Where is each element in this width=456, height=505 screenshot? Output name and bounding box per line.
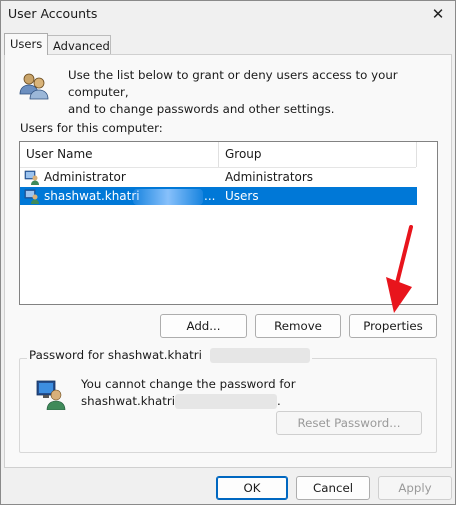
- users-group-icon: [19, 73, 49, 100]
- apply-button[interactable]: Apply: [378, 476, 452, 500]
- name-truncation: ...: [204, 189, 216, 203]
- cancel-button[interactable]: Cancel: [296, 476, 370, 500]
- tab-advanced[interactable]: Advanced: [47, 35, 111, 56]
- user-icon: [24, 170, 39, 185]
- user-name-cell: Administrator: [44, 170, 126, 184]
- column-divider[interactable]: [416, 142, 417, 167]
- password-message-period: .: [277, 394, 281, 408]
- users-listview[interactable]: User Name Group Administrator Administra…: [19, 141, 438, 305]
- user-computer-icon: [36, 380, 66, 410]
- redacted-blur: [175, 394, 278, 409]
- close-icon[interactable]: ✕: [423, 1, 453, 27]
- red-arrow-annotation: [386, 225, 413, 313]
- password-message: You cannot change the password for shash…: [81, 376, 296, 410]
- password-message-line-2: shashwat.khatri.: [81, 393, 296, 410]
- properties-button[interactable]: Properties: [349, 314, 437, 338]
- password-group-title: Password for shashwat.khatri: [29, 348, 202, 362]
- password-group-label: Password for shashwat.khatri: [27, 348, 312, 363]
- users-list-label: Users for this computer:: [20, 121, 163, 135]
- remove-button[interactable]: Remove: [255, 314, 341, 338]
- ok-button[interactable]: OK: [216, 476, 288, 500]
- list-header: User Name Group: [20, 142, 417, 168]
- reset-password-button[interactable]: Reset Password...: [276, 411, 422, 435]
- redacted-blur: [209, 348, 310, 363]
- user-group-cell: Users: [225, 189, 259, 203]
- redacted-blur: [133, 189, 203, 205]
- intro-line-1: Use the list below to grant or deny user…: [68, 68, 398, 99]
- window-title: User Accounts: [8, 6, 98, 21]
- intro-line-2: and to change passwords and other settin…: [68, 102, 335, 116]
- column-divider[interactable]: [218, 142, 219, 167]
- column-header-user-name[interactable]: User Name: [26, 147, 93, 161]
- column-header-group[interactable]: Group: [225, 147, 262, 161]
- table-row[interactable]: Administrator Administrators: [20, 168, 417, 186]
- user-name-cell: shashwat.khatri: [44, 189, 140, 203]
- table-row-selected[interactable]: shashwat.khatri ... Users: [20, 187, 417, 205]
- password-user-name: shashwat.khatri: [81, 394, 176, 408]
- intro-text: Use the list below to grant or deny user…: [68, 67, 438, 118]
- add-button[interactable]: Add...: [160, 314, 247, 338]
- user-icon: [24, 189, 39, 204]
- user-group-cell: Administrators: [225, 170, 314, 184]
- password-message-line-1: You cannot change the password for: [81, 377, 296, 391]
- title-bar: User Accounts ✕: [1, 1, 455, 29]
- tab-users[interactable]: Users: [4, 33, 49, 55]
